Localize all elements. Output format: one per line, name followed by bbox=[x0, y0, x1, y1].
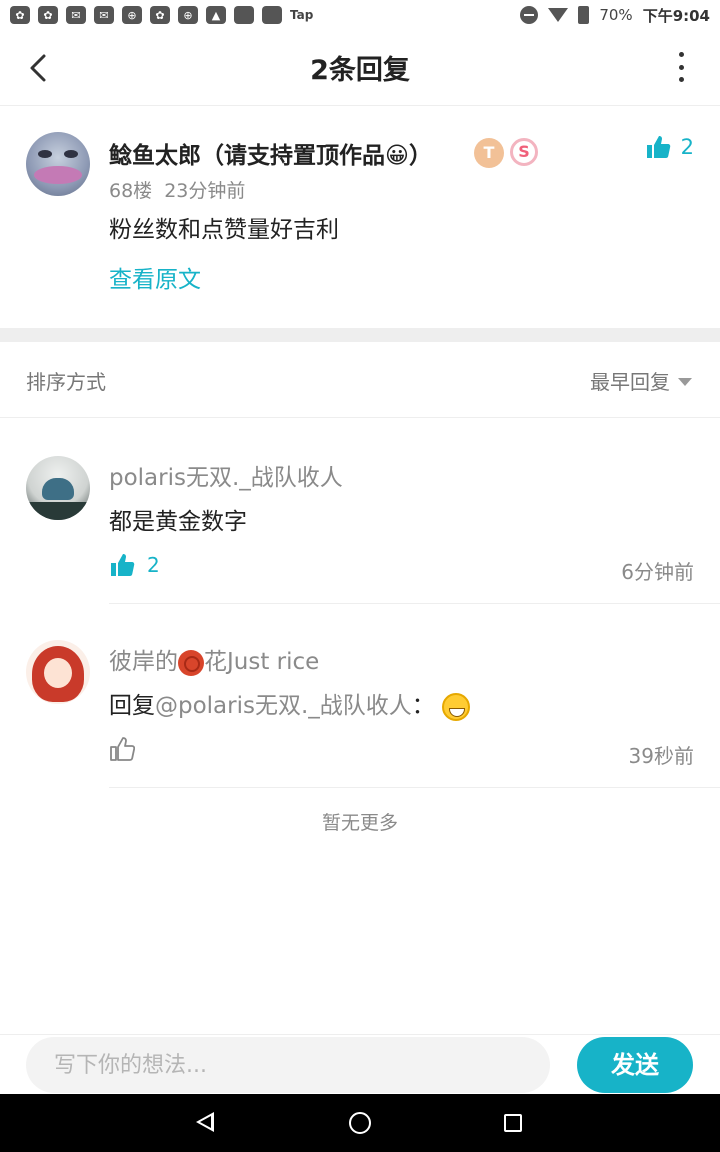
system-status: 70% 下午9:04 bbox=[520, 5, 710, 26]
comment-text: 粉丝数和点赞量好吉利 bbox=[109, 217, 339, 243]
avatar[interactable] bbox=[26, 640, 90, 704]
level-badge: T bbox=[474, 138, 504, 168]
app-icon bbox=[262, 6, 282, 24]
rose-icon bbox=[178, 649, 204, 676]
view-original-link[interactable]: 查看原文 bbox=[109, 260, 201, 294]
paw-icon: ✿ bbox=[38, 6, 58, 24]
dot-icon bbox=[678, 64, 684, 70]
wifi-icon bbox=[548, 8, 569, 22]
status-bar: ✿ ✿ ✉ ✉ ⊕ ✿ ⊕ ▲ Tap 70% 下午9:04 bbox=[0, 0, 720, 30]
creator-badge: S bbox=[510, 138, 538, 166]
do-not-disturb-icon bbox=[520, 6, 539, 24]
avatar-mouth bbox=[34, 166, 82, 184]
avatar[interactable] bbox=[26, 132, 90, 196]
message-icon: ✉ bbox=[94, 6, 114, 24]
comment-input[interactable] bbox=[26, 1037, 550, 1093]
reply-prefix: 回复 bbox=[109, 693, 155, 719]
top-bar: 2条回复 bbox=[0, 30, 720, 106]
section-divider bbox=[0, 328, 720, 342]
navigation-bar bbox=[0, 1094, 720, 1152]
more-options-button[interactable] bbox=[676, 52, 686, 82]
mention-link[interactable]: @polaris无双._战队收人 bbox=[155, 693, 412, 719]
author-name-suffix: 花Just rice bbox=[204, 649, 320, 675]
divider bbox=[109, 787, 720, 788]
send-button[interactable]: 发送 bbox=[577, 1037, 693, 1093]
avatar-eye bbox=[38, 150, 52, 158]
nav-home-icon[interactable] bbox=[349, 1112, 371, 1134]
reply-item: 彼岸的 花Just rice 回复@polaris无双._战队收人： 39秒前 bbox=[0, 622, 720, 788]
floor-number: 68楼 bbox=[109, 180, 153, 202]
comment-meta: 68楼 23分钟前 bbox=[109, 176, 245, 203]
compass-icon: ⊕ bbox=[122, 6, 142, 24]
battery-icon bbox=[578, 6, 590, 24]
avatar-cap bbox=[42, 478, 74, 500]
like-count: 2 bbox=[147, 553, 160, 577]
reply-author[interactable]: 彼岸的 花Just rice bbox=[109, 642, 319, 676]
like-button[interactable] bbox=[109, 736, 135, 762]
image-icon: ▲ bbox=[206, 6, 226, 24]
reply-text: 都是黄金数字 bbox=[109, 509, 247, 535]
tap-label: Tap bbox=[290, 8, 314, 22]
sort-bar: 排序方式 最早回复 bbox=[0, 342, 720, 418]
sort-label: 排序方式 bbox=[26, 370, 106, 394]
avatar[interactable] bbox=[26, 456, 90, 520]
like-count: 2 bbox=[680, 135, 694, 159]
grinning-emoji-icon bbox=[442, 692, 471, 721]
dot-icon bbox=[678, 52, 684, 57]
page-title: 2条回复 bbox=[310, 55, 410, 86]
clock: 下午9:04 bbox=[642, 6, 710, 25]
dot-icon bbox=[678, 77, 684, 82]
paw-icon: ✿ bbox=[150, 6, 170, 24]
reply-author[interactable]: polaris无双._战队收人 bbox=[109, 458, 343, 492]
reply-text: 回复@polaris无双._战队收人： bbox=[109, 686, 471, 721]
like-button[interactable]: 2 bbox=[645, 134, 694, 160]
author-name-prefix: 彼岸的 bbox=[109, 649, 178, 675]
sort-selected-value: 最早回复 bbox=[590, 370, 670, 394]
original-comment: 鲶鱼太郎（请支持置顶作品😀） T S 2 68楼 23分钟前 粉丝数和点赞量好吉利… bbox=[0, 106, 720, 328]
notification-icons: ✿ ✿ ✉ ✉ ⊕ ✿ ⊕ ▲ Tap bbox=[10, 6, 313, 24]
compass-icon: ⊕ bbox=[178, 6, 198, 24]
thumbs-up-outline-icon bbox=[110, 737, 135, 761]
thumbs-up-icon bbox=[111, 554, 135, 576]
sort-dropdown[interactable]: 最早回复 bbox=[590, 366, 692, 395]
thumbs-up-icon bbox=[646, 136, 670, 158]
caret-down-icon bbox=[678, 377, 692, 386]
reply-item: polaris无双._战队收人 都是黄金数字 2 6分钟前 bbox=[0, 438, 720, 604]
reply-time: 6分钟前 bbox=[621, 560, 694, 584]
message-icon: ✉ bbox=[66, 6, 86, 24]
like-button[interactable]: 2 bbox=[109, 552, 160, 578]
no-more-text: 暂无更多 bbox=[321, 812, 398, 834]
reply-time: 39秒前 bbox=[628, 744, 694, 768]
nav-recents-icon[interactable] bbox=[504, 1114, 522, 1132]
paw-icon: ✿ bbox=[10, 6, 30, 24]
comment-bar: 发送 bbox=[0, 1034, 720, 1094]
app-icon bbox=[234, 6, 254, 24]
nav-back-icon[interactable] bbox=[196, 1112, 214, 1132]
reply-colon: ： bbox=[411, 693, 435, 719]
divider bbox=[109, 603, 720, 604]
avatar-face bbox=[44, 658, 72, 688]
battery-level: 70% bbox=[599, 6, 633, 24]
comment-time: 23分钟前 bbox=[164, 180, 246, 202]
avatar-eye bbox=[64, 150, 78, 158]
avatar-shirt bbox=[26, 502, 90, 520]
comment-author[interactable]: 鲶鱼太郎（请支持置顶作品😀） bbox=[109, 136, 432, 170]
